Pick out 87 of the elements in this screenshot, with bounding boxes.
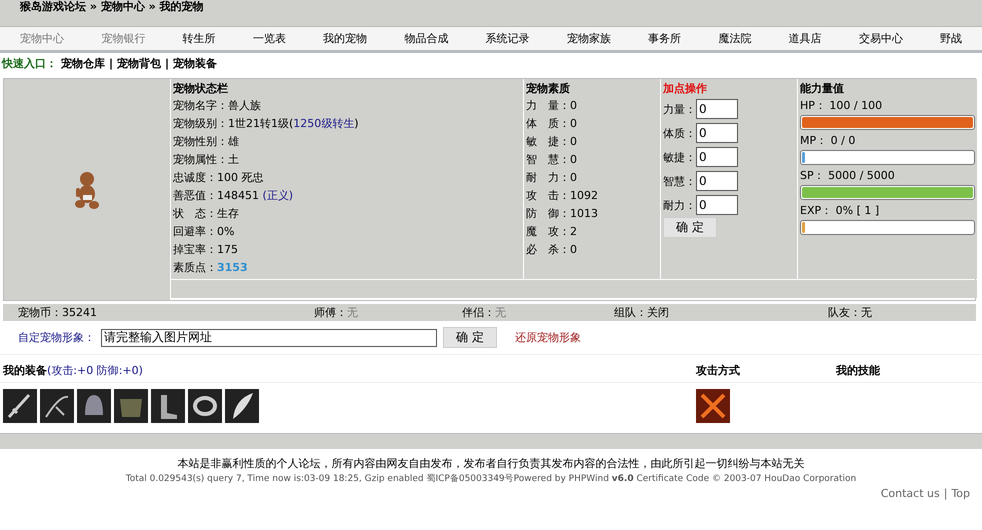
quality-line: 智 慧：0 (526, 152, 578, 168)
status-line: 忠诚度：100 死忠 (173, 170, 264, 186)
ring-icon (188, 389, 222, 423)
disclaimer-text: 本站是非赢利性质的个人论坛，所有内容由网友自由发布，发布者自行负责其发布内容的合法性，由此所引起一切纠纷与本站无关 (178, 456, 804, 472)
nav-tab[interactable]: 物品合成 (404, 31, 448, 46)
bar-label: MP： 0 / 0 (800, 133, 856, 149)
add-points-title: 加点操作 (663, 81, 708, 97)
custom-image-label: 自定宠物形象： (18, 330, 95, 345)
quick-link[interactable]: 宠物装备 (173, 57, 218, 71)
separator: | (944, 487, 948, 501)
stat-text: 宠物币：35241 (18, 305, 98, 320)
quality-line: 防 御：1013 (526, 206, 599, 222)
bar-label: HP： 100 / 100 (800, 98, 884, 114)
field-label: 耐力： (663, 198, 696, 212)
sickle-icon (40, 389, 74, 423)
confirm-button[interactable]: 确 定 (443, 327, 497, 348)
attack-skill-icon (696, 389, 730, 423)
quality-line: 体 质：0 (526, 116, 578, 132)
nav-tab[interactable]: 交易中心 (858, 31, 903, 46)
field-label: 体质： (663, 126, 696, 140)
status-line: 宠物名字：兽人族 (173, 98, 262, 114)
status-link[interactable]: (正义) (262, 189, 294, 202)
field-label: 力量： (663, 102, 696, 116)
nav-tab[interactable]: 野战 (940, 31, 962, 46)
footer-info: Total 0.029543(s) query 7, Time now is:03-09 18:25, Gzip enabled 蜀ICP备05003349号Powered by PHPWind v6.0 Certificate Code © 2003-07 HouDao Corporation (126, 472, 856, 486)
bar-label: SP： 5000 / 5000 (800, 168, 896, 184)
nav-tab[interactable]: 道具店 (788, 31, 822, 46)
points-input[interactable]: 0 (696, 171, 738, 191)
nav-tab[interactable]: 转生所 (182, 31, 216, 46)
skills-title: 我的技能 (836, 363, 881, 378)
field-label: 智慧： (663, 174, 696, 188)
nav-tab[interactable]: 宠物家族 (566, 31, 611, 46)
quick-links-label: 快速入口： (2, 57, 57, 71)
equipment-title: 我的装备(攻击:+0 防御:+0) (3, 363, 144, 378)
status-line: 宠物属性：土 (173, 152, 240, 168)
quality-line: 力 量：0 (526, 98, 578, 114)
field-label: 敏捷： (663, 150, 696, 164)
ability-title: 能力量值 (800, 81, 845, 97)
status-line: 宠物级别：1世21转1级(1250级转生) (173, 116, 360, 132)
points-input[interactable]: 0 (696, 147, 738, 167)
nav-tab[interactable]: 系统记录 (486, 31, 530, 46)
separator: | (165, 57, 170, 71)
stat-text: 伴侣：无 (462, 305, 507, 320)
boots-icon (151, 389, 185, 423)
breadcrumb: 猴岛游戏论坛 » 宠物中心 » 我的宠物 (20, 0, 204, 13)
quality-line: 敏 捷：0 (526, 134, 578, 150)
quality-title: 宠物素质 (526, 81, 571, 97)
status-line: 宠物性别：雄 (173, 134, 240, 150)
nav-tab[interactable]: 宠物银行 (101, 31, 146, 46)
attack-title: 攻击方式 (696, 363, 741, 378)
stat-text: 队友：无 (828, 305, 873, 320)
status-title: 宠物状态栏 (173, 81, 229, 97)
feather-icon (225, 389, 259, 423)
status-link[interactable]: 1250级转生 (293, 117, 354, 130)
points-input[interactable]: 0 (696, 195, 738, 215)
pet-figure-drawing (72, 170, 102, 210)
status-line: 素质点：3153 (173, 260, 249, 276)
footer-link[interactable]: Top (951, 487, 970, 501)
image-url-input[interactable]: 请完整输入图片网址 (101, 328, 437, 346)
confirm-button[interactable]: 确 定 (663, 217, 717, 238)
quick-link[interactable]: 宠物仓库 (61, 57, 105, 71)
nav-tab[interactable]: 我的宠物 (323, 31, 367, 46)
quality-line: 必 杀：0 (526, 242, 578, 258)
status-line: 善恶值：148451 (正义) (173, 188, 294, 204)
helmet-icon (77, 389, 111, 423)
status-line: 回避率：0% (173, 224, 236, 240)
points-input[interactable]: 0 (696, 99, 738, 119)
nav-tab[interactable]: 事务所 (648, 31, 681, 46)
quick-link[interactable]: 宠物背包 (117, 57, 162, 71)
quality-line: 耐 力：0 (526, 170, 578, 186)
status-line: 状 态：生存 (173, 206, 240, 222)
nav-tab[interactable]: 宠物中心 (20, 31, 64, 46)
quality-line: 攻 击：1092 (526, 188, 599, 204)
separator: | (109, 57, 114, 71)
sword-icon (3, 389, 37, 423)
nav-tab[interactable]: 一览表 (252, 31, 286, 46)
bar-label: EXP： 0% [ 1 ] (800, 203, 880, 219)
stat-text: 师傅：无 (314, 305, 359, 320)
stat-text: 组队：关闭 (614, 305, 670, 320)
footer-link[interactable]: Contact us (880, 487, 940, 501)
status-line: 掉宝率：175 (173, 242, 239, 258)
nav-tab[interactable]: 魔法院 (718, 31, 752, 46)
quality-line: 魔 攻：2 (526, 224, 578, 240)
points-input[interactable]: 0 (696, 123, 738, 143)
armor-icon (114, 389, 148, 423)
restore-image-link[interactable]: 还原宠物形象 (514, 330, 581, 345)
equipment-bonus: (攻击:+0 防御:+0) (47, 364, 143, 377)
